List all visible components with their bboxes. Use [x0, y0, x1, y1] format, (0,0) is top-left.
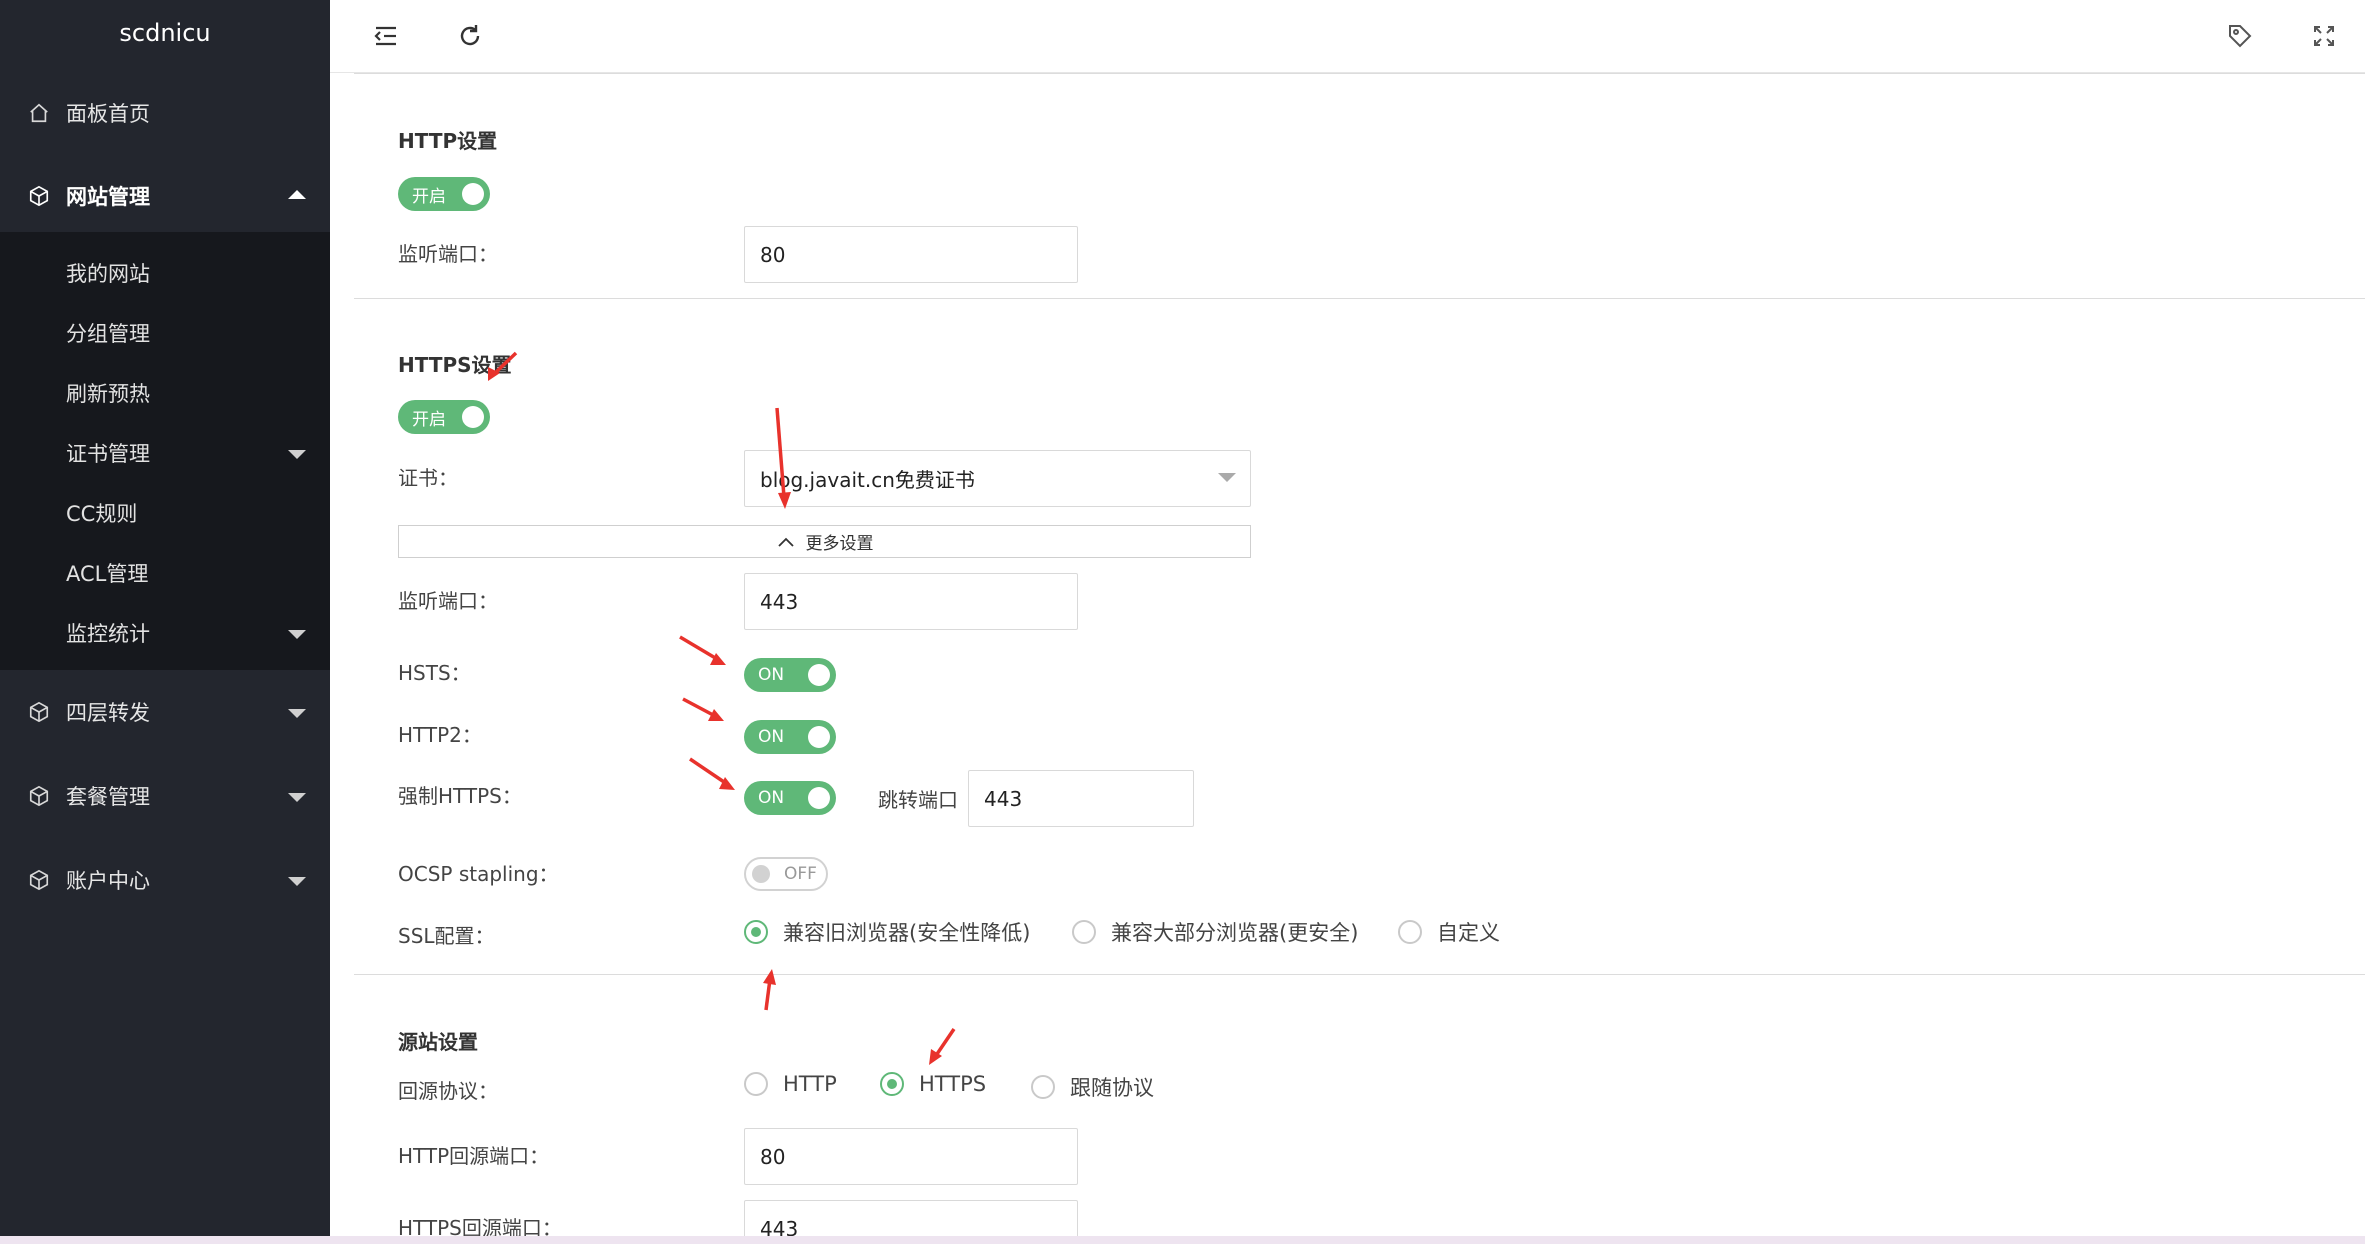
submenu-label: 证书管理: [66, 442, 150, 466]
cube-icon: [28, 185, 50, 207]
cube-icon: [28, 785, 50, 807]
brand-logo: scdnicu: [119, 19, 211, 47]
submenu-label: 分组管理: [66, 322, 150, 346]
chevron-up-icon: [288, 190, 306, 199]
sidebar-item-label: 四层转发: [66, 701, 150, 725]
submenu-label: CC规则: [66, 502, 138, 526]
submenu-item-acl[interactable]: ACL管理: [0, 544, 330, 604]
sidebar-item-label: 面板首页: [66, 102, 150, 126]
chevron-down-icon: [288, 450, 306, 459]
cube-icon: [28, 701, 50, 723]
fullscreen-icon[interactable]: [2310, 22, 2338, 50]
annotation-arrow: [488, 351, 518, 381]
submenu-item-my-sites[interactable]: 我的网站: [0, 244, 330, 304]
submenu-item-groups[interactable]: 分组管理: [0, 304, 330, 364]
chevron-down-icon: [288, 630, 306, 639]
bottom-scrollbar: [0, 1236, 2365, 1244]
submenu-item-cc-rules[interactable]: CC规则: [0, 484, 330, 544]
submenu-label: 刷新预热: [66, 382, 150, 406]
cube-icon: [28, 869, 50, 891]
sidebar-item-account[interactable]: 账户中心: [0, 838, 330, 922]
submenu-item-certificates[interactable]: 证书管理: [0, 424, 330, 484]
menu-fold-icon[interactable]: [372, 22, 400, 50]
origin-https-port-input[interactable]: 443: [744, 1200, 1078, 1236]
sidebar-item-dashboard[interactable]: 面板首页: [0, 66, 330, 160]
chevron-down-icon: [288, 793, 306, 802]
chevron-down-icon: [288, 709, 306, 718]
annotation-arrow: [929, 1028, 956, 1065]
annotation-arrow: [682, 697, 724, 721]
submenu-item-monitoring[interactable]: 监控统计: [0, 604, 330, 664]
sidebar: scdnicu 面板首页 网站管理 我的网站 分组管理 刷新预热 证书管理 CC…: [0, 0, 330, 1244]
top-header: [330, 0, 2365, 73]
sidebar-item-label: 账户中心: [66, 869, 150, 893]
annotation-arrow: [689, 757, 735, 790]
sidebar-item-plans[interactable]: 套餐管理: [0, 754, 330, 838]
submenu-label: 监控统计: [66, 622, 150, 646]
submenu-item-cache-refresh[interactable]: 刷新预热: [0, 364, 330, 424]
sidebar-item-label: 套餐管理: [66, 785, 150, 809]
tag-icon[interactable]: [2226, 22, 2254, 50]
origin-https-port-label: HTTPS回源端口：: [398, 1216, 562, 1236]
sidebar-item-label: 网站管理: [66, 185, 150, 209]
submenu-label: 我的网站: [66, 262, 150, 286]
submenu-label: ACL管理: [66, 562, 149, 586]
site-submenu: 我的网站 分组管理 刷新预热 证书管理 CC规则 ACL管理 监控统计: [0, 232, 330, 670]
home-icon: [28, 102, 50, 124]
annotation-arrow: [763, 969, 776, 1011]
annotation-arrow: [775, 407, 791, 509]
refresh-icon[interactable]: [456, 22, 484, 50]
annotation-arrows: [488, 351, 956, 1065]
main-content: HTTP设置 开启 监听端口： 80 HTTPS设置 开启 证书： blog.j…: [354, 73, 2365, 1236]
annotation-arrow: [679, 635, 726, 665]
chevron-down-icon: [288, 877, 306, 886]
sidebar-item-l4-forward[interactable]: 四层转发: [0, 670, 330, 754]
sidebar-item-site-management[interactable]: 网站管理: [0, 160, 330, 232]
